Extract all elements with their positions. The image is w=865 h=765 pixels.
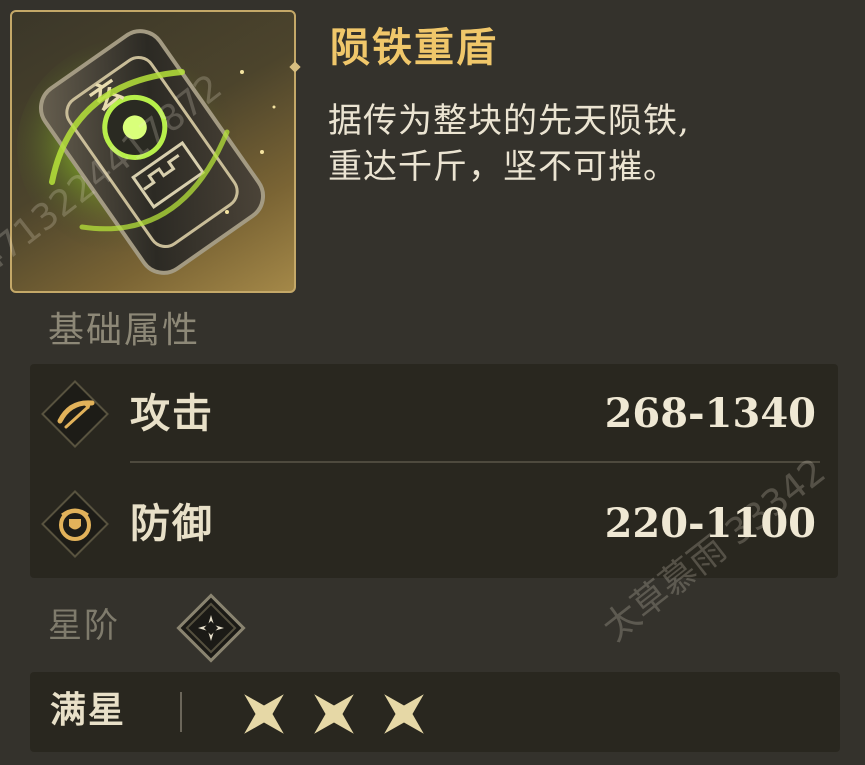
shield-emblem-icon — [41, 490, 109, 558]
star-rank-label: 星阶 — [48, 606, 120, 646]
base-attributes-title: 基础属性 — [48, 310, 201, 351]
star-icon — [384, 694, 424, 734]
separator — [180, 692, 182, 732]
item-description: 据传为整块的先天陨铁, 重达千斤，坚不可摧。 — [328, 98, 848, 190]
defense-value: 220-1100 — [604, 500, 816, 547]
meteorite-shield-icon: 玄 — [17, 29, 276, 275]
max-star-row: 满星 — [30, 672, 840, 752]
star-icon — [244, 694, 284, 734]
description-line: 重达千斤，坚不可摧。 — [328, 147, 678, 187]
defense-row: 防御 220-1100 — [30, 474, 838, 572]
item-name: 陨铁重盾 — [330, 24, 498, 71]
star-icon — [314, 694, 354, 734]
defense-label: 防御 — [130, 500, 214, 547]
attributes-panel: 攻击 268-1340 防御 220-1100 — [30, 364, 838, 578]
description-line: 据传为整块的先天陨铁, — [328, 101, 690, 141]
item-image: 玄 — [10, 10, 296, 293]
attack-value: 268-1340 — [604, 390, 816, 437]
max-star-label: 满星 — [50, 689, 127, 731]
row-divider — [130, 461, 820, 463]
bow-icon — [41, 380, 109, 448]
star-rank-badge-icon[interactable] — [174, 591, 248, 665]
attack-row: 攻击 268-1340 — [30, 364, 838, 463]
attack-label: 攻击 — [130, 390, 214, 437]
